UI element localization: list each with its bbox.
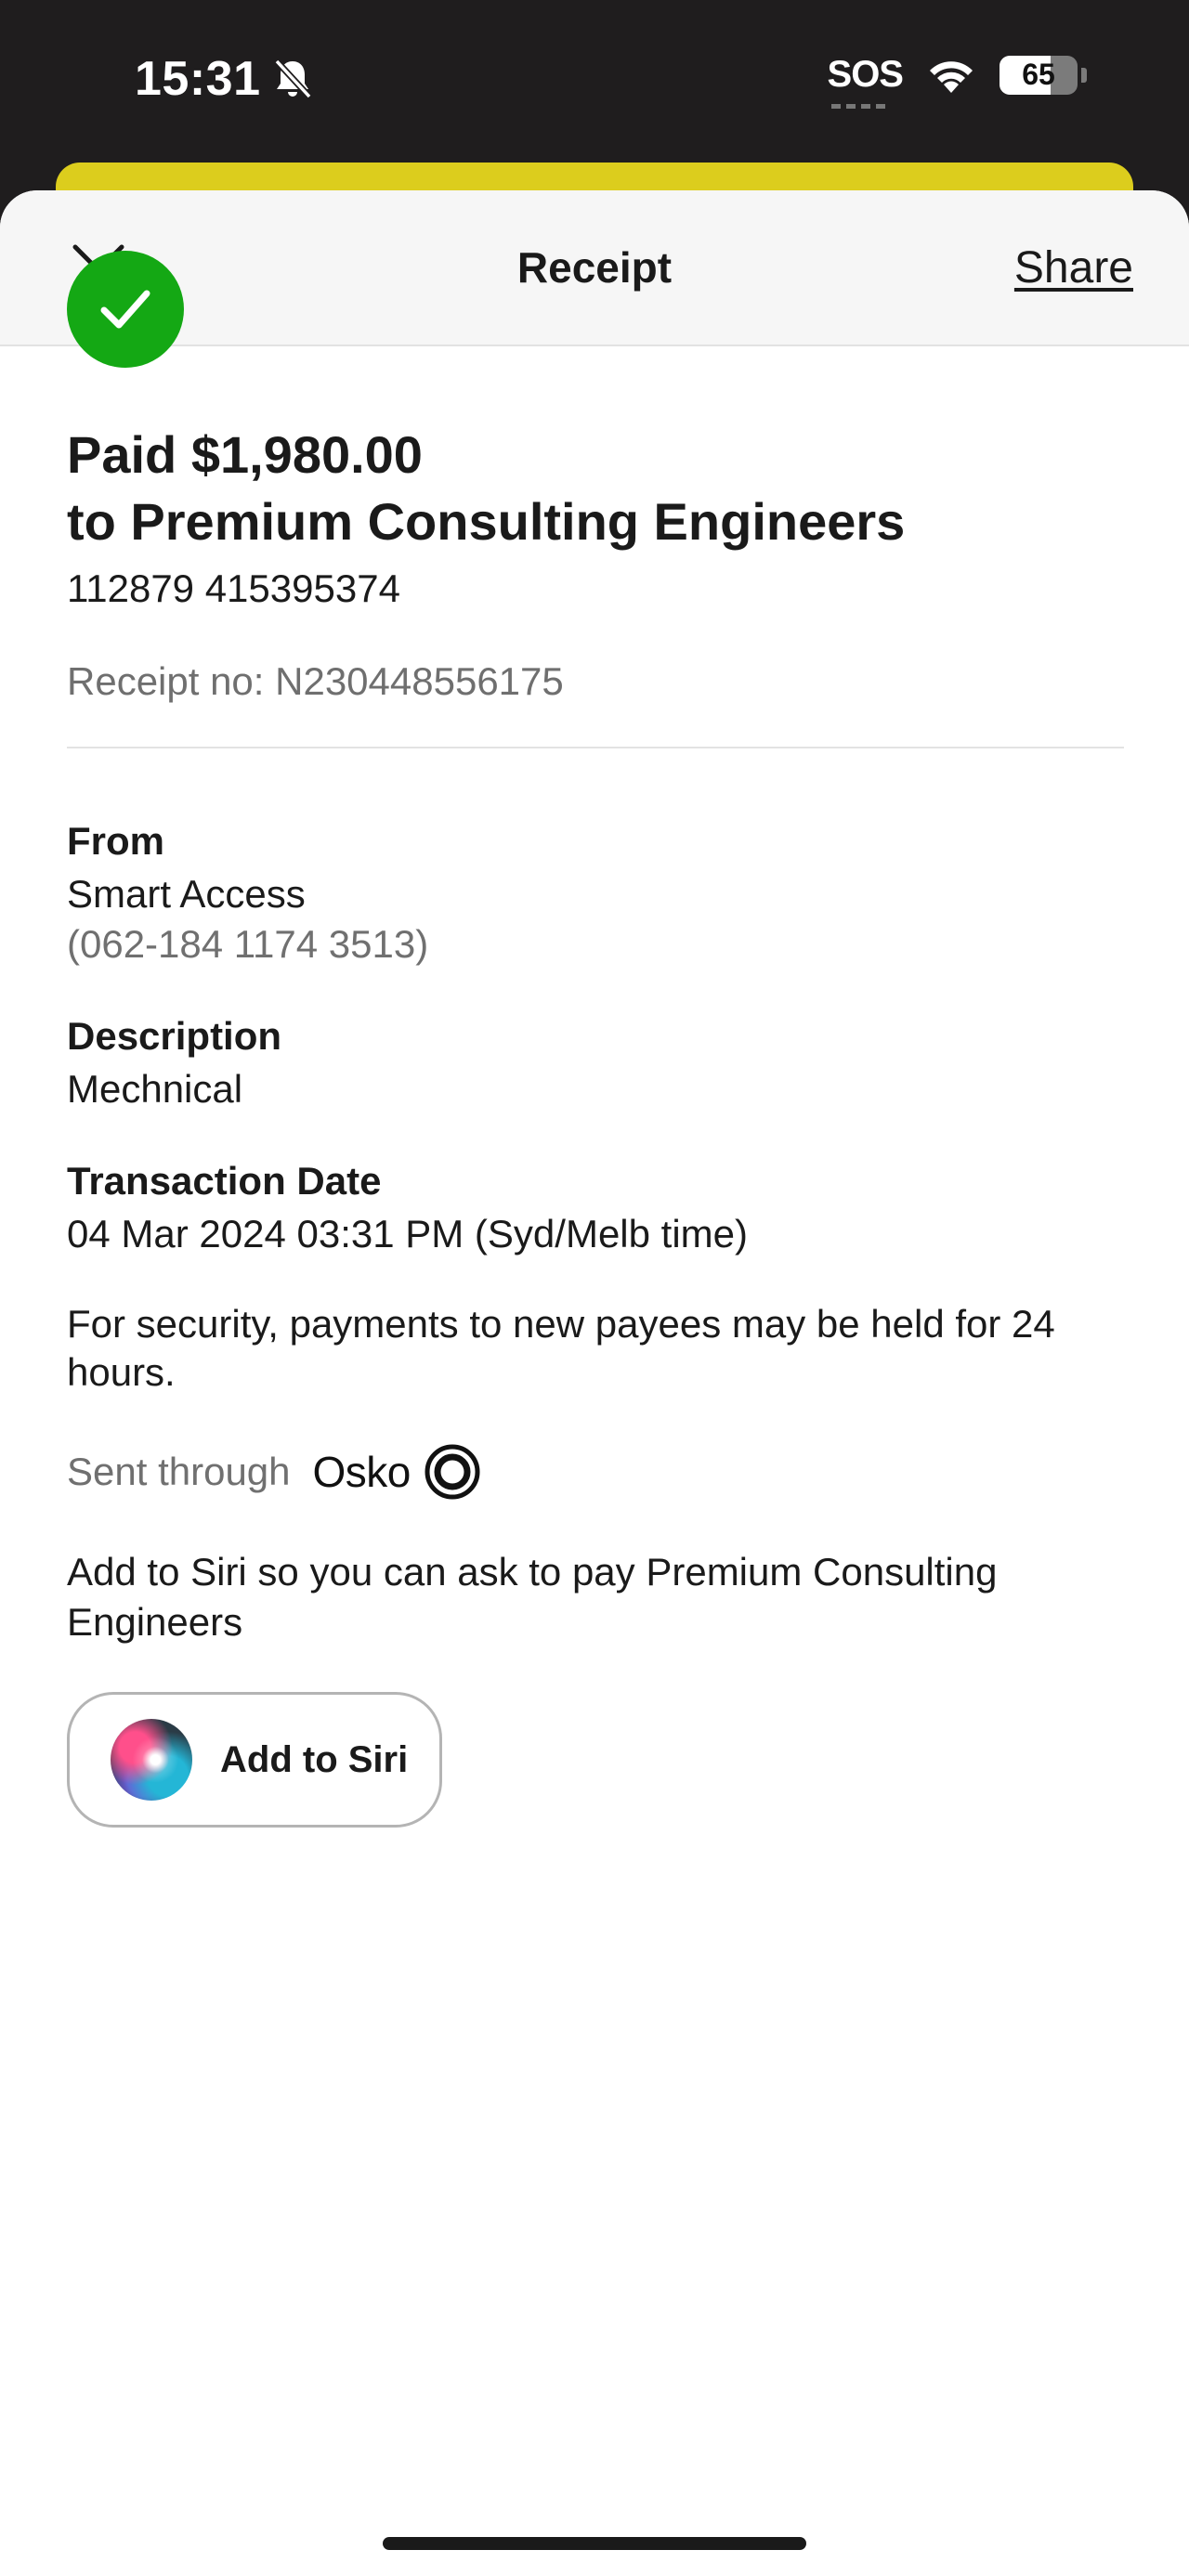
add-to-siri-label: Add to Siri [220, 1738, 409, 1780]
description-section: Description Mechnical [67, 1008, 1122, 1114]
description-value: Mechnical [67, 1067, 243, 1111]
payee-name: to Premium Consulting Engineers [67, 492, 906, 551]
status-time-group: 15:31 [135, 51, 313, 107]
security-note: For security, payments to new payees may… [67, 1302, 1055, 1394]
wifi-icon [930, 60, 973, 93]
siri-icon [111, 1719, 192, 1801]
status-time: 15:31 [135, 52, 261, 106]
receipt-number: Receipt no: N230448556175 [67, 659, 564, 703]
battery-level: 65 [1022, 58, 1055, 91]
status-indicators: SOS 65 [828, 54, 1087, 109]
sos-indicator: SOS [828, 54, 904, 109]
add-to-siri-button[interactable]: Add to Siri [67, 1692, 442, 1828]
transaction-date-section: Transaction Date 04 Mar 2024 03:31 PM (S… [67, 1153, 1122, 1259]
bell-slash-icon [273, 59, 312, 99]
transaction-date-value: 04 Mar 2024 03:31 PM (Syd/Melb time) [67, 1212, 748, 1255]
payment-headline: Paid $1,980.00 to Premium Consulting Eng… [67, 422, 1122, 555]
receipt-content: Paid $1,980.00 to Premium Consulting Eng… [67, 251, 1124, 1828]
from-account-number: (062-184 1174 3513) [67, 922, 429, 966]
osko-logo: Osko [312, 1448, 412, 1496]
sent-through-label: Sent through [67, 1450, 291, 1493]
siri-prompt: Add to Siri so you can ask to pay Premiu… [67, 1550, 998, 1644]
payee-account: 112879 415395374 [67, 566, 400, 610]
sent-through-row: Sent through Osko [67, 1443, 1122, 1501]
from-label: From [67, 819, 164, 863]
osko-ring-icon [425, 1444, 480, 1500]
from-account-name: Smart Access [67, 872, 306, 916]
description-label: Description [67, 1014, 282, 1058]
battery-icon: 65 [1000, 55, 1078, 95]
divider [67, 747, 1124, 748]
home-indicator[interactable] [383, 2537, 806, 2550]
status-bar: 15:31 SOS 65 [0, 0, 1189, 176]
transaction-date-label: Transaction Date [67, 1159, 382, 1203]
from-section: From Smart Access (062-184 1174 3513) [67, 813, 1122, 969]
paid-amount: Paid $1,980.00 [67, 425, 423, 484]
success-check-icon [67, 251, 184, 368]
